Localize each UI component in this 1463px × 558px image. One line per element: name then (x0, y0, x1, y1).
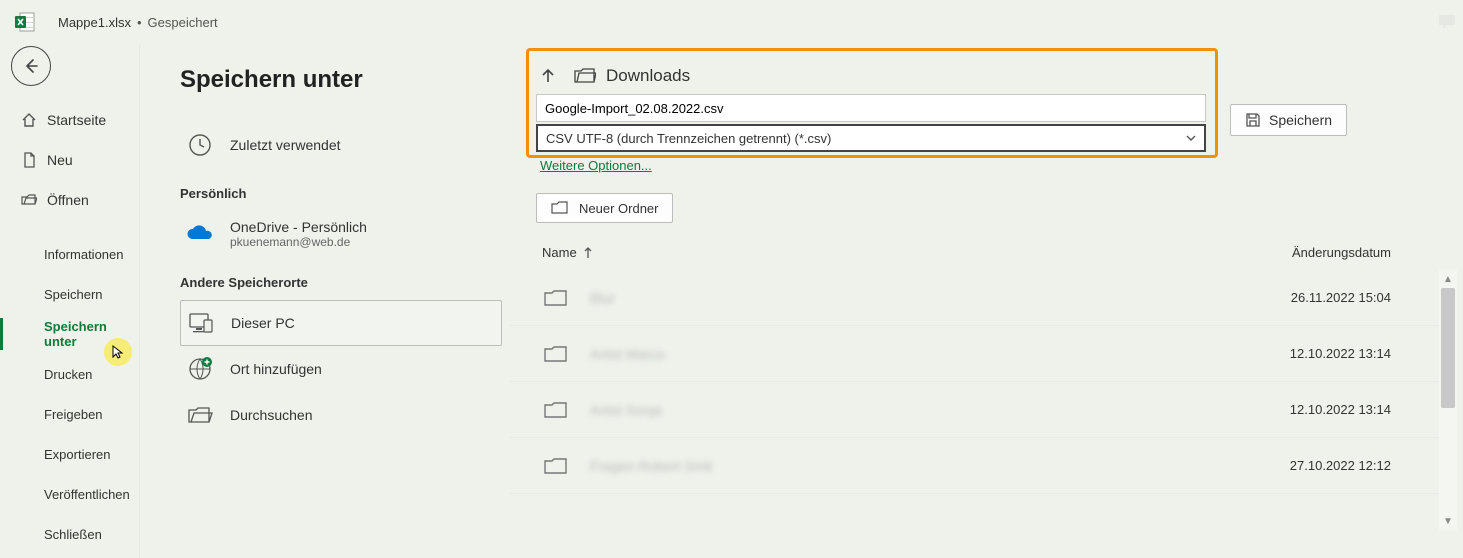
nav-share-label: Freigeben (44, 407, 103, 422)
scroll-down-icon[interactable]: ▼ (1439, 512, 1457, 530)
column-date[interactable]: Änderungsdatum (1231, 245, 1391, 260)
save-button-label: Speichern (1269, 112, 1332, 128)
file-date: 26.11.2022 15:04 (1231, 290, 1391, 305)
new-folder-icon (551, 201, 569, 215)
file-row[interactable]: Fragen Robert Smit 27.10.2022 12:12 (510, 438, 1457, 494)
more-options-link[interactable]: Weitere Optionen... (540, 158, 652, 173)
location-recent[interactable]: Zuletzt verwendet (180, 122, 502, 168)
group-other: Andere Speicherorte (180, 275, 502, 290)
nav-share[interactable]: Freigeben (0, 394, 139, 434)
file-name: Blur (590, 290, 1231, 306)
location-onedrive-label: OneDrive - Persönlich (230, 219, 367, 235)
path-row: Downloads (510, 58, 1457, 94)
column-name-label: Name (542, 245, 577, 260)
file-name: Fragen Robert Smit (590, 458, 1231, 474)
nav-saveas-label: Speichern unter (44, 319, 139, 349)
file-row[interactable]: Artist Marco 12.10.2022 13:14 (510, 326, 1457, 382)
folder-icon (542, 396, 570, 424)
location-browse[interactable]: Durchsuchen (180, 392, 502, 438)
clock-icon (186, 131, 214, 159)
save-panel: Downloads CSV UTF-8 (durch Trennzeichen … (510, 44, 1463, 558)
scroll-up-icon[interactable]: ▲ (1439, 270, 1457, 288)
file-date: 12.10.2022 13:14 (1231, 346, 1391, 361)
nav-info-label: Informationen (44, 247, 124, 262)
location-this-pc-label: Dieser PC (231, 315, 295, 331)
location-add-place-label: Ort hinzufügen (230, 361, 322, 377)
scrollbar[interactable]: ▲ ▼ (1439, 270, 1457, 530)
file-date: 12.10.2022 13:14 (1231, 402, 1391, 417)
titlebar-separator: • (137, 15, 142, 30)
titlebar: Mappe1.xlsx • Gespeichert (0, 0, 1463, 44)
file-table-header: Name Änderungsdatum (510, 223, 1457, 270)
add-place-icon (186, 355, 214, 383)
home-icon (20, 111, 38, 129)
nav-save[interactable]: Speichern (0, 274, 139, 314)
new-icon (20, 151, 38, 169)
location-onedrive[interactable]: OneDrive - Persönlich pkuenemann@web.de (180, 211, 502, 257)
comment-icon[interactable] (1435, 10, 1459, 34)
file-row[interactable]: Artist Sonja 12.10.2022 13:14 (510, 382, 1457, 438)
nav-open-label: Öffnen (47, 192, 89, 208)
this-pc-icon (187, 309, 215, 337)
nav-close-label: Schließen (44, 527, 102, 542)
file-date: 27.10.2022 12:12 (1231, 458, 1391, 473)
nav-open[interactable]: Öffnen (0, 180, 139, 220)
nav-saveas[interactable]: Speichern unter (0, 314, 139, 354)
titlebar-status[interactable]: Gespeichert (148, 15, 218, 30)
nav-home-label: Startseite (47, 112, 106, 128)
titlebar-filename[interactable]: Mappe1.xlsx (58, 15, 131, 30)
location-this-pc[interactable]: Dieser PC (180, 300, 502, 346)
nav-new-label: Neu (47, 152, 73, 168)
nav-new[interactable]: Neu (0, 140, 139, 180)
folder-icon (542, 340, 570, 368)
nav-save-label: Speichern (44, 287, 103, 302)
filetype-value: CSV UTF-8 (durch Trennzeichen getrennt) … (546, 131, 831, 146)
breadcrumb[interactable]: Downloads (606, 66, 690, 86)
file-row[interactable]: Blur 26.11.2022 15:04 (510, 270, 1457, 326)
nav-publish-label: Veröffentlichen (44, 487, 130, 502)
nav-print[interactable]: Drucken (0, 354, 139, 394)
nav-publish[interactable]: Veröffentlichen (0, 474, 139, 514)
file-list: Blur 26.11.2022 15:04 Artist Marco 12.10… (510, 270, 1457, 530)
back-button[interactable] (11, 46, 51, 86)
nav-info[interactable]: Informationen (0, 234, 139, 274)
browse-icon (186, 401, 214, 429)
location-add-place[interactable]: Ort hinzufügen (180, 346, 502, 392)
page-title: Speichern unter (180, 66, 502, 94)
open-icon (20, 191, 38, 209)
nav-export[interactable]: Exportieren (0, 434, 139, 474)
nav-export-label: Exportieren (44, 447, 110, 462)
sort-asc-icon (583, 247, 593, 259)
filename-input[interactable] (536, 94, 1206, 122)
nav-home[interactable]: Startseite (0, 100, 139, 140)
file-name: Artist Marco (590, 346, 1231, 362)
location-recent-label: Zuletzt verwendet (230, 137, 341, 153)
location-onedrive-sub: pkuenemann@web.de (230, 235, 367, 249)
onedrive-icon (186, 220, 214, 248)
save-icon (1245, 112, 1261, 128)
filetype-dropdown[interactable]: CSV UTF-8 (durch Trennzeichen getrennt) … (536, 124, 1206, 152)
new-folder-label: Neuer Ordner (579, 201, 658, 216)
up-icon[interactable] (538, 66, 558, 86)
new-folder-button[interactable]: Neuer Ordner (536, 193, 673, 223)
location-browse-label: Durchsuchen (230, 407, 313, 423)
group-personal: Persönlich (180, 186, 502, 201)
folder-icon (542, 452, 570, 480)
chevron-down-icon (1186, 133, 1196, 143)
folder-icon (574, 67, 596, 85)
column-name[interactable]: Name (542, 245, 1231, 260)
folder-icon (542, 284, 570, 312)
nav-close[interactable]: Schließen (0, 514, 139, 554)
file-name: Artist Sonja (590, 402, 1231, 418)
scroll-thumb[interactable] (1441, 288, 1455, 408)
locations-panel: Speichern unter Zuletzt verwendet Persön… (140, 44, 510, 558)
excel-app-icon (14, 11, 36, 33)
arrow-left-icon (21, 56, 41, 76)
nav-print-label: Drucken (44, 367, 92, 382)
save-button[interactable]: Speichern (1230, 104, 1347, 136)
backstage-nav: Startseite Neu Öffnen Informationen Spei… (0, 44, 140, 558)
